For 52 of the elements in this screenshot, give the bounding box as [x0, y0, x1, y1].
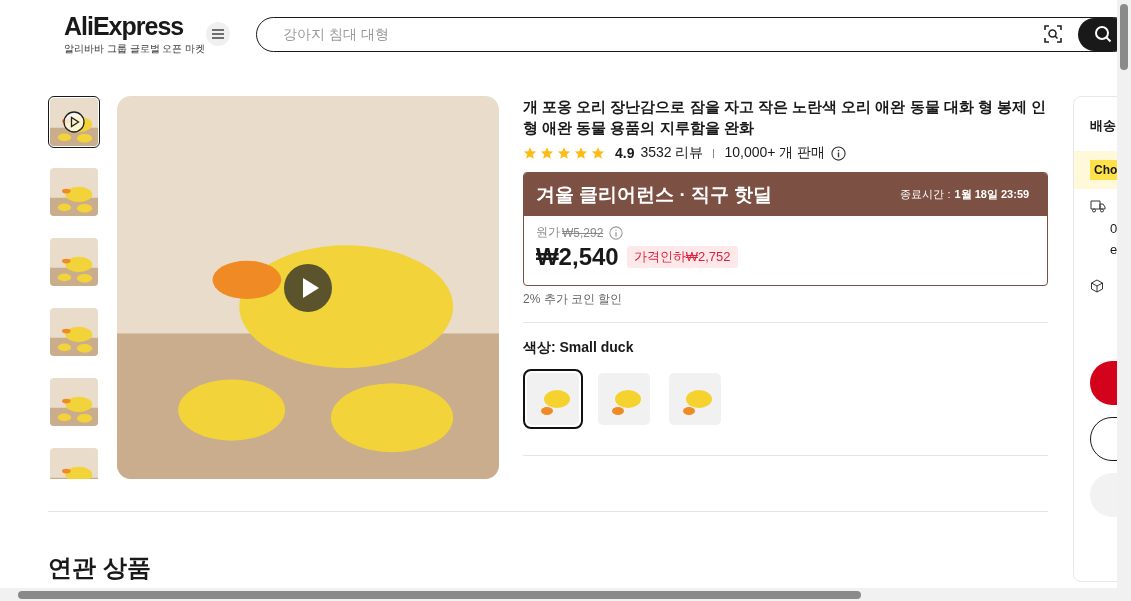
- discount-badge: 가격인하₩2,752: [626, 246, 738, 268]
- photo-placeholder: [50, 378, 98, 426]
- coin-discount-note: 2% 추가 코인 할인: [522, 291, 624, 308]
- search-button[interactable]: [1078, 17, 1117, 51]
- star-icon: [556, 146, 571, 160]
- duck-toy-image: [597, 373, 650, 425]
- choice-tag: Cho: [1090, 160, 1117, 180]
- logo-tagline: 알리바바 그룹 글로벌 오픈 마켓: [64, 42, 206, 56]
- thumbnail[interactable]: [48, 306, 100, 358]
- delivery-info: e: [1110, 242, 1117, 257]
- truck-icon: [1090, 199, 1107, 213]
- duck-toy-image: [526, 373, 579, 425]
- section-title: 연관 상품: [48, 553, 152, 583]
- delivery-info: 0: [1110, 221, 1117, 236]
- star-icon: [539, 146, 554, 160]
- image-search-icon: [1044, 25, 1062, 43]
- search-icon: [1094, 25, 1112, 43]
- image-search-button[interactable]: [1044, 25, 1062, 43]
- photo-placeholder: [50, 238, 98, 286]
- panel-title: 배송: [1089, 117, 1117, 135]
- end-time-label: 종료시간 :: [900, 187, 951, 202]
- duck-toy-image: [668, 373, 721, 425]
- star-icon: [522, 146, 537, 160]
- original-price: ₩5,292: [561, 225, 604, 240]
- search-field[interactable]: 강아지 침대 대형: [281, 25, 1044, 43]
- sale-price: ₩2,540: [535, 243, 619, 271]
- photo-placeholder: [50, 308, 98, 356]
- photo-placeholder: [50, 168, 98, 216]
- promo-title: 겨울 클리어런스 · 직구 핫딜: [535, 182, 774, 207]
- color-label: 색상: Small duck: [522, 339, 635, 357]
- product-title: 개 포옹 오리 장난감으로 잠을 자고 작은 노란색 오리 애완 동물 대화 형 봉제 인형 애완 동물 용품의 지루함을 완화: [522, 97, 1048, 138]
- menu-button[interactable]: [206, 22, 230, 46]
- menu-icon: [212, 29, 224, 39]
- end-time: 1월 18일 23:59: [954, 187, 1030, 202]
- package-icon: [1090, 279, 1105, 293]
- star-icon: [573, 146, 588, 160]
- review-count[interactable]: 3532 리뷰: [640, 144, 704, 162]
- play-button[interactable]: [283, 262, 333, 313]
- thumbnail[interactable]: [48, 236, 100, 288]
- thumbnail[interactable]: [48, 166, 100, 218]
- play-icon: [63, 111, 85, 133]
- horizontal-scrollbar[interactable]: [0, 588, 1131, 601]
- thumbnail[interactable]: [48, 96, 100, 148]
- thumbnail[interactable]: [48, 376, 100, 428]
- sold-count: 10,000+ 개 판매: [724, 144, 826, 162]
- vertical-scrollbar[interactable]: [1117, 0, 1131, 588]
- star-icon: [590, 146, 605, 160]
- logo[interactable]: AliExpress: [64, 12, 184, 40]
- original-price-label: 원가: [535, 224, 560, 241]
- rating-value: 4.9: [614, 145, 635, 161]
- color-option[interactable]: [522, 369, 583, 429]
- info-icon[interactable]: [831, 145, 847, 161]
